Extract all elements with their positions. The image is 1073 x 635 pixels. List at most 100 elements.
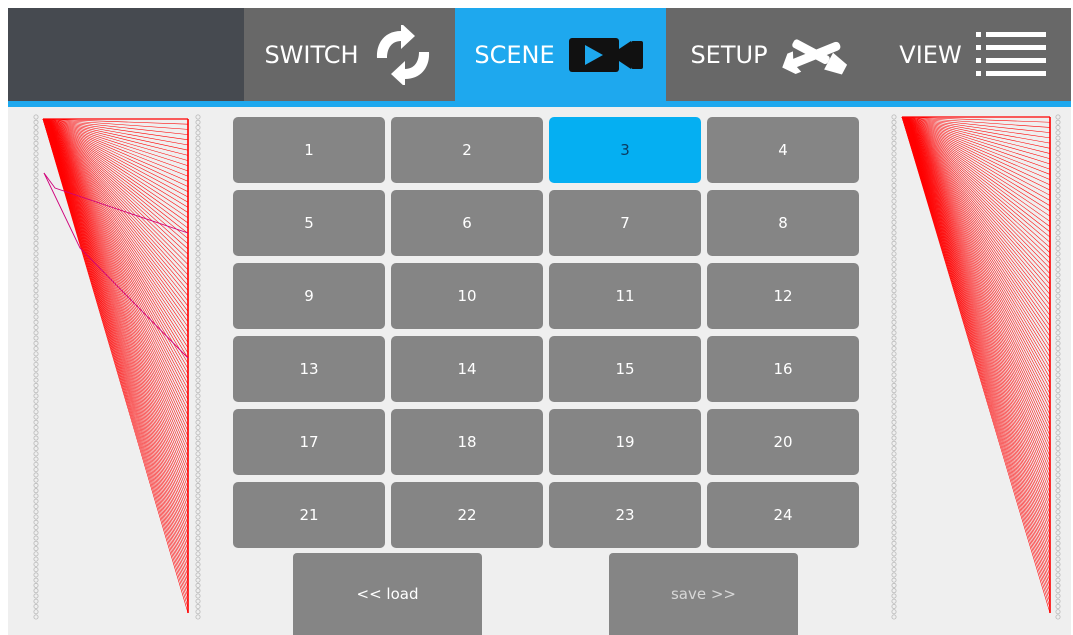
- scene-button-8[interactable]: 8: [707, 190, 859, 256]
- tab-view[interactable]: VIEW: [876, 8, 1071, 101]
- right-input-port-dot: [891, 493, 897, 499]
- left-output-port-dot: [195, 430, 201, 436]
- scene-button-18[interactable]: 18: [391, 409, 543, 475]
- tab-setup-label: SETUP: [690, 40, 768, 69]
- right-input-port-dot: [891, 219, 897, 225]
- right-output-port-dot: [1055, 451, 1061, 457]
- scene-button-6[interactable]: 6: [391, 190, 543, 256]
- load-button[interactable]: << load: [293, 553, 482, 635]
- right-input-port-dot: [891, 556, 897, 562]
- right-output-port-dot: [1055, 125, 1061, 131]
- right-output-port-dot: [1055, 503, 1061, 509]
- right-output-port-dot: [1055, 419, 1061, 425]
- scene-button-13[interactable]: 13: [233, 336, 385, 402]
- routing-line: [901, 116, 1051, 332]
- routing-line: [42, 118, 189, 390]
- routing-line: [42, 118, 189, 426]
- left-output-port-dot: [195, 461, 201, 467]
- scene-button-16[interactable]: 16: [707, 336, 859, 402]
- left-routing-diagram: [33, 114, 201, 620]
- left-output-port-dot: [195, 472, 201, 478]
- right-input-port-dot: [891, 514, 897, 520]
- left-output-port-dot: [195, 609, 201, 615]
- right-input-port-dot: [891, 272, 897, 278]
- scene-button-4[interactable]: 4: [707, 117, 859, 183]
- right-input-port-dot: [891, 251, 897, 257]
- scene-button-24[interactable]: 24: [707, 482, 859, 548]
- right-input-port-dot: [891, 330, 897, 336]
- scene-button-5[interactable]: 5: [233, 190, 385, 256]
- scene-button-15[interactable]: 15: [549, 336, 701, 402]
- left-output-port-dot: [195, 361, 201, 367]
- scene-button-9[interactable]: 9: [233, 263, 385, 329]
- right-input-port-dot: [891, 577, 897, 583]
- left-input-port-dot: [33, 277, 39, 283]
- left-input-port-dot: [33, 603, 39, 609]
- right-output-port-dot: [1055, 593, 1061, 599]
- right-output-port-dot: [1055, 325, 1061, 331]
- scene-button-17[interactable]: 17: [233, 409, 385, 475]
- scene-button-23[interactable]: 23: [549, 482, 701, 548]
- left-input-port-dot: [33, 282, 39, 288]
- scene-button-12[interactable]: 12: [707, 263, 859, 329]
- tab-setup[interactable]: SETUP: [666, 8, 876, 101]
- scene-button-2[interactable]: 2: [391, 117, 543, 183]
- scene-button-21[interactable]: 21: [233, 482, 385, 548]
- scene-button-22[interactable]: 22: [391, 482, 543, 548]
- left-output-port-dot: [195, 167, 201, 173]
- left-input-port-dot: [33, 135, 39, 141]
- right-input-port-dot: [891, 356, 897, 362]
- left-output-port-dot: [195, 603, 201, 609]
- scene-button-10[interactable]: 10: [391, 263, 543, 329]
- right-output-port-dot: [1055, 382, 1061, 388]
- right-output-port-dot: [1055, 561, 1061, 567]
- right-input-port-dot: [891, 361, 897, 367]
- right-input-port-dot: [891, 140, 897, 146]
- right-input-port-dot: [891, 130, 897, 136]
- tab-scene[interactable]: SCENE: [455, 8, 666, 101]
- right-output-port-dot: [1055, 130, 1061, 136]
- routing-line: [42, 118, 189, 317]
- left-output-port-dot: [195, 325, 201, 331]
- scene-button-20[interactable]: 20: [707, 409, 859, 475]
- scene-button-19[interactable]: 19: [549, 409, 701, 475]
- left-input-port-dot: [33, 393, 39, 399]
- routing-line: [901, 116, 1051, 462]
- left-input-port-dot: [33, 325, 39, 331]
- left-input-port-dot: [33, 609, 39, 615]
- right-input-port-dot: [891, 267, 897, 273]
- right-input-port-dot: [891, 119, 897, 125]
- left-output-port-dot: [195, 267, 201, 273]
- routing-line: [901, 116, 1051, 457]
- left-input-port-dot: [33, 503, 39, 509]
- left-output-port-dot: [195, 198, 201, 204]
- scene-button-11[interactable]: 11: [549, 263, 701, 329]
- left-input-port-dot: [33, 130, 39, 136]
- right-input-port-dot: [891, 440, 897, 446]
- scene-button-1[interactable]: 1: [233, 117, 385, 183]
- right-output-port-dot: [1055, 303, 1061, 309]
- right-input-port-dot: [891, 551, 897, 557]
- left-output-port-dot: [195, 377, 201, 383]
- left-input-port-dot: [33, 519, 39, 525]
- left-input-port-dot: [33, 451, 39, 457]
- left-output-port-dot: [195, 125, 201, 131]
- left-input-port-dot: [33, 561, 39, 567]
- left-output-port-dot: [195, 451, 201, 457]
- left-output-port-dot: [195, 435, 201, 441]
- scene-button-3[interactable]: 3: [549, 117, 701, 183]
- left-output-port-dot: [195, 351, 201, 357]
- right-input-port-dot: [891, 151, 897, 157]
- left-input-port-dot: [33, 498, 39, 504]
- scene-button-14[interactable]: 14: [391, 336, 543, 402]
- right-input-port-dot: [891, 351, 897, 357]
- left-output-port-dot: [195, 203, 201, 209]
- save-button[interactable]: save >>: [609, 553, 798, 635]
- routing-line: [42, 118, 189, 338]
- left-output-port-dot: [195, 551, 201, 557]
- right-input-port-dot: [891, 177, 897, 183]
- right-output-port-dot: [1055, 556, 1061, 562]
- scene-button-7[interactable]: 7: [549, 190, 701, 256]
- tab-switch[interactable]: SWITCH: [244, 8, 455, 101]
- right-output-port-dot: [1055, 314, 1061, 320]
